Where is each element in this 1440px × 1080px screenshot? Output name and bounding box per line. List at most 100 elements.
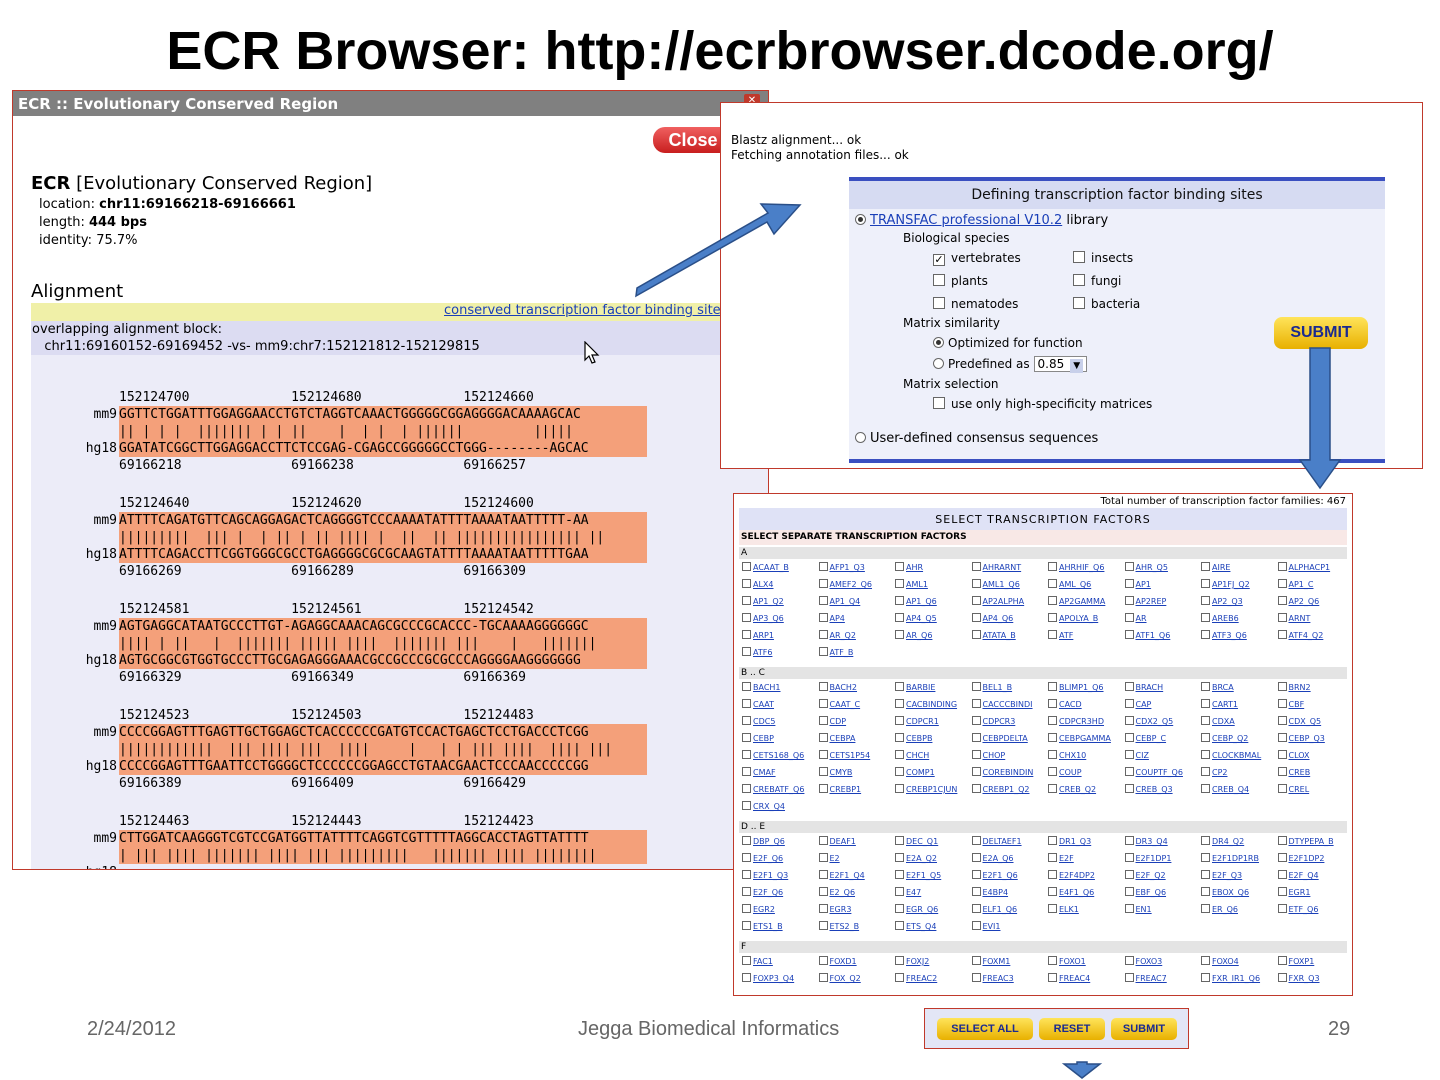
tf-label[interactable]: COMP1 — [906, 768, 935, 777]
tf-checkbox[interactable] — [1048, 613, 1057, 622]
tf-label[interactable]: E2 — [830, 854, 840, 863]
tf-label[interactable]: BRN2 — [1289, 683, 1311, 692]
tf-label[interactable]: FOXO4 — [1212, 957, 1239, 966]
tf-checkbox[interactable] — [742, 784, 751, 793]
tf-label[interactable]: BRCA — [1212, 683, 1234, 692]
tf-label[interactable]: BARBIE — [906, 683, 935, 692]
tf-label[interactable]: CDX2_Q5 — [1136, 717, 1174, 726]
transfac-radio[interactable] — [855, 214, 866, 225]
tf-checkbox[interactable] — [1277, 973, 1287, 982]
tf-checkbox-item[interactable]: AR_Q2 — [818, 630, 856, 640]
tf-checkbox-item[interactable]: AP1_Q2 — [742, 596, 784, 606]
tf-label[interactable]: EBF_Q6 — [1136, 888, 1167, 897]
tf-label[interactable]: CMYB — [830, 768, 853, 777]
tf-checkbox-item[interactable]: COMP1 — [895, 767, 935, 777]
tf-label[interactable]: DEC_Q1 — [906, 837, 938, 846]
tf-label[interactable]: E47 — [906, 888, 921, 897]
tf-label[interactable]: AP2_Q6 — [1289, 597, 1320, 606]
tf-label[interactable]: ALPHACP1 — [1289, 563, 1331, 572]
tf-label[interactable]: FOXP3_Q4 — [753, 974, 794, 983]
tf-checkbox-item[interactable]: CACCCBINDI — [971, 699, 1033, 709]
tf-checkbox[interactable] — [1048, 596, 1057, 605]
tf-label[interactable]: CIZ — [1136, 751, 1149, 760]
tf-label[interactable]: CREL — [1289, 785, 1310, 794]
tf-checkbox[interactable] — [742, 870, 751, 879]
tf-checkbox-item[interactable]: BARBIE — [895, 682, 935, 692]
tf-checkbox[interactable] — [971, 562, 981, 571]
vertebrates-checkbox[interactable]: ✓ — [933, 254, 945, 266]
tf-checkbox-item[interactable]: FOXO4 — [1201, 956, 1239, 966]
tf-label[interactable]: ETF_Q6 — [1289, 905, 1319, 914]
tf-checkbox[interactable] — [742, 904, 751, 913]
tf-checkbox[interactable] — [1124, 562, 1134, 571]
tf-checkbox[interactable] — [971, 579, 981, 588]
tf-checkbox-item[interactable]: FOXJ2 — [895, 956, 929, 966]
tf-checkbox-item[interactable]: EVI1 — [971, 921, 1000, 931]
tf-checkbox[interactable] — [971, 716, 981, 725]
tf-checkbox[interactable] — [971, 784, 981, 793]
tf-label[interactable]: CEBP_C — [1136, 734, 1167, 743]
similarity-select[interactable]: 0.85 ▼ — [1033, 356, 1088, 373]
tf-label[interactable]: AREB6 — [1212, 614, 1239, 623]
tf-checkbox[interactable] — [742, 579, 751, 588]
tf-checkbox-item[interactable]: E2F4DP2 — [1048, 870, 1095, 880]
tf-checkbox-item[interactable]: E2F1_Q5 — [895, 870, 941, 880]
tf-checkbox-item[interactable]: ATATA_B — [971, 630, 1016, 640]
tf-checkbox-item[interactable]: CACBINDING — [895, 699, 957, 709]
tf-checkbox[interactable] — [1124, 767, 1134, 776]
tf-checkbox-item[interactable]: DTYPEPA_B — [1277, 836, 1334, 846]
tf-checkbox-item[interactable]: CREB_Q4 — [1201, 784, 1249, 794]
tf-checkbox-item[interactable]: CEBP_Q2 — [1201, 733, 1248, 743]
tf-label[interactable]: DR1_Q3 — [1059, 837, 1091, 846]
tf-checkbox[interactable] — [1201, 887, 1210, 896]
tf-checkbox-item[interactable]: AP1_Q4 — [818, 596, 860, 606]
tf-checkbox-item[interactable]: FXR_Q3 — [1277, 973, 1320, 983]
tf-checkbox-item[interactable]: ATF — [1048, 630, 1073, 640]
tf-checkbox-item[interactable]: CREB — [1277, 767, 1310, 777]
tf-checkbox-item[interactable]: CHCH — [895, 750, 929, 760]
tf-label[interactable]: CDPCR1 — [906, 717, 939, 726]
tf-checkbox-item[interactable]: DELTAEF1 — [971, 836, 1022, 846]
tf-checkbox-item[interactable]: CDP — [818, 716, 846, 726]
tf-checkbox[interactable] — [1201, 836, 1210, 845]
tf-checkbox-item[interactable]: AP1_C — [1277, 579, 1313, 589]
tf-label[interactable]: E2F1_Q3 — [753, 871, 788, 880]
tf-label[interactable]: ATATA_B — [983, 631, 1016, 640]
tf-checkbox[interactable] — [818, 904, 828, 913]
tf-checkbox-item[interactable]: FREAC2 — [895, 973, 937, 983]
tf-label[interactable]: ER_Q6 — [1212, 905, 1238, 914]
tf-checkbox-item[interactable]: AP1 — [1124, 579, 1151, 589]
tf-checkbox-item[interactable]: ATF6 — [742, 647, 772, 657]
tf-checkbox-item[interactable]: AFP1_Q3 — [818, 562, 865, 572]
tf-checkbox[interactable] — [1277, 853, 1287, 862]
tf-checkbox[interactable] — [1124, 750, 1134, 759]
tf-label[interactable]: FOXJ2 — [906, 957, 929, 966]
tf-checkbox[interactable] — [895, 956, 904, 965]
tf-checkbox-item[interactable]: CIZ — [1124, 750, 1149, 760]
tf-label[interactable]: AIRE — [1212, 563, 1230, 572]
optimized-radio[interactable] — [933, 337, 944, 348]
tf-checkbox[interactable] — [818, 596, 828, 605]
tf-checkbox-item[interactable]: ATF3_Q6 — [1201, 630, 1247, 640]
tf-checkbox-item[interactable]: EN1 — [1124, 904, 1152, 914]
tf-checkbox-item[interactable]: AR_Q6 — [895, 630, 932, 640]
tf-checkbox[interactable] — [1048, 562, 1057, 571]
tf-label[interactable]: ALX4 — [753, 580, 774, 589]
tf-checkbox[interactable] — [895, 699, 904, 708]
tf-checkbox[interactable] — [1277, 904, 1287, 913]
tf-checkbox-item[interactable]: EGR2 — [742, 904, 775, 914]
tf-checkbox-item[interactable]: CEBP_Q3 — [1277, 733, 1325, 743]
tf-label[interactable]: DR4_Q2 — [1212, 837, 1244, 846]
tf-checkbox-item[interactable]: CACD — [1048, 699, 1082, 709]
tf-label[interactable]: AP4_Q6 — [983, 614, 1014, 623]
tf-label[interactable]: FXR_Q3 — [1289, 974, 1320, 983]
tf-checkbox[interactable] — [1277, 716, 1287, 725]
tf-label[interactable]: EN1 — [1136, 905, 1152, 914]
tf-checkbox[interactable] — [1201, 956, 1210, 965]
insects-option[interactable]: insects — [1073, 251, 1133, 265]
tf-checkbox-item[interactable]: DEC_Q1 — [895, 836, 938, 846]
tf-checkbox[interactable] — [971, 630, 981, 639]
tf-checkbox-item[interactable]: EBF_Q6 — [1124, 887, 1167, 897]
tf-checkbox[interactable] — [895, 562, 904, 571]
tf-label[interactable]: E2F1_Q4 — [830, 871, 865, 880]
